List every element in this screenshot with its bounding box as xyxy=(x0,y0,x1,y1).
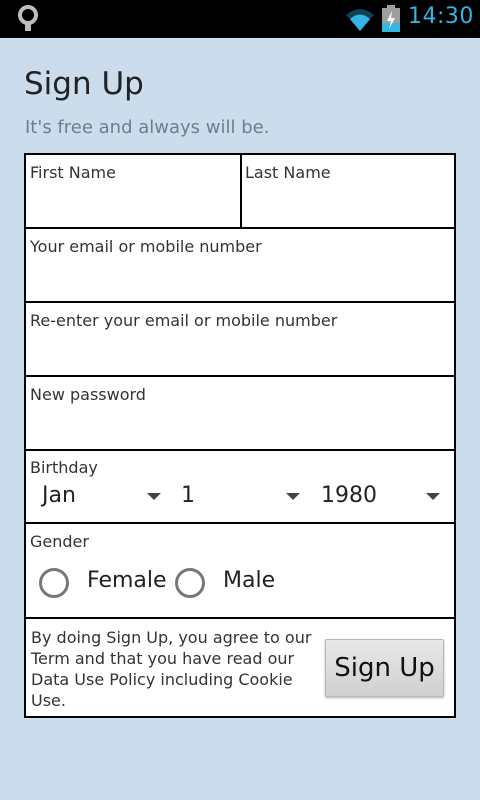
birthday-row: Birthday Jan 1 1980 xyxy=(26,451,454,524)
gender-male-label[interactable]: Male xyxy=(223,568,275,593)
gender-row: Gender Female Male xyxy=(26,524,454,619)
password-label: New password xyxy=(30,385,146,404)
gender-female-label[interactable]: Female xyxy=(87,568,167,593)
wifi-icon xyxy=(346,9,374,31)
terms-text: By doing Sign Up, you agree to our Term … xyxy=(31,628,312,710)
last-name-input[interactable] xyxy=(245,191,449,221)
page-subtitle: It's free and always will be. xyxy=(25,117,270,138)
birthday-day-select[interactable]: 1 xyxy=(181,481,303,513)
last-name-label: Last Name xyxy=(245,163,331,182)
birthday-label: Birthday xyxy=(30,458,98,477)
status-bar: 14:30 xyxy=(0,0,480,38)
birthday-year-value: 1980 xyxy=(321,483,377,508)
email-confirm-input[interactable] xyxy=(30,339,448,369)
chevron-down-icon xyxy=(286,493,300,500)
email-input[interactable] xyxy=(30,265,448,295)
gender-female-radio[interactable] xyxy=(39,568,69,598)
chevron-down-icon xyxy=(147,493,161,500)
notification-icon xyxy=(18,5,38,31)
status-time: 14:30 xyxy=(408,4,474,29)
email-row: Your email or mobile number xyxy=(26,229,454,303)
email-confirm-label: Re-enter your email or mobile number xyxy=(30,311,338,330)
first-name-label: First Name xyxy=(30,163,116,182)
birthday-year-select[interactable]: 1980 xyxy=(321,481,443,513)
password-row: New password xyxy=(26,377,454,451)
birthday-month-value: Jan xyxy=(42,483,76,508)
name-row: First Name Last Name xyxy=(26,155,454,229)
birthday-day-value: 1 xyxy=(181,483,195,508)
birthday-month-select[interactable]: Jan xyxy=(42,481,164,513)
gender-label: Gender xyxy=(30,532,89,551)
email-label: Your email or mobile number xyxy=(30,237,262,256)
first-name-input[interactable] xyxy=(30,191,234,221)
submit-row: By doing Sign Up, you agree to our Term … xyxy=(26,619,454,716)
battery-charging-icon xyxy=(382,5,400,32)
page-title: Sign Up xyxy=(24,66,144,102)
signup-form: First Name Last Name Your email or mobil… xyxy=(24,153,456,718)
gender-male-radio[interactable] xyxy=(175,568,205,598)
password-input[interactable] xyxy=(30,413,448,443)
chevron-down-icon xyxy=(426,493,440,500)
email-confirm-row: Re-enter your email or mobile number xyxy=(26,303,454,377)
name-divider xyxy=(240,155,242,227)
sign-up-button[interactable]: Sign Up xyxy=(325,639,444,697)
